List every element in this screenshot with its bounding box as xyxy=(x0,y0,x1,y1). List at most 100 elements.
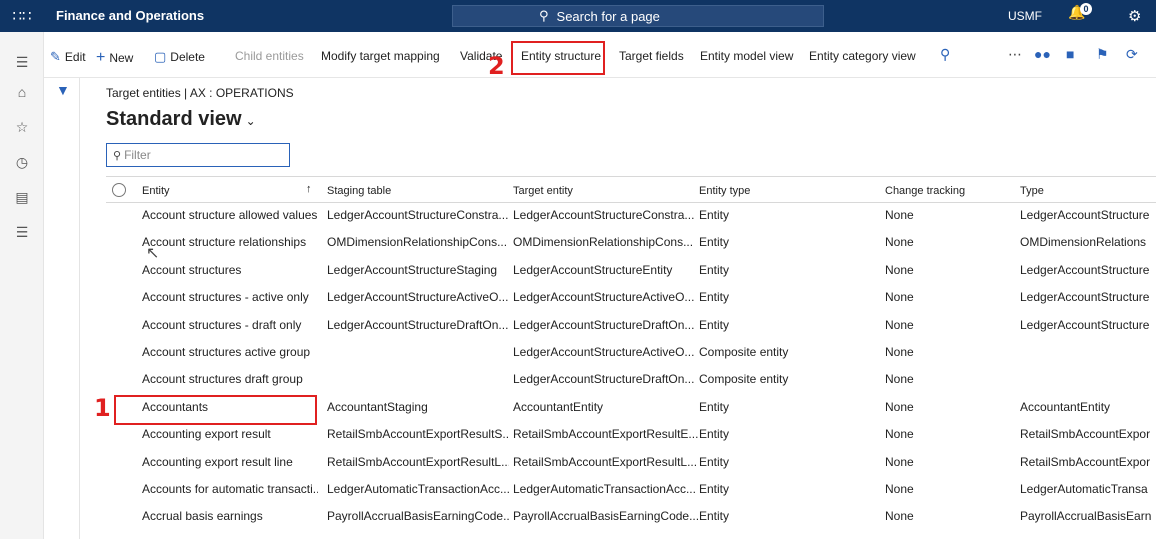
column-header-type[interactable]: Type xyxy=(1020,185,1044,197)
entity-category-view-button[interactable]: Entity category view xyxy=(809,49,916,63)
table-cell: RetailSmbAccountExportResultL... xyxy=(327,454,509,469)
column-header-entity[interactable]: Entity xyxy=(142,185,170,197)
column-header-change-tracking[interactable]: Change tracking xyxy=(885,185,965,197)
table-cell: RetailSmbAccountExpor xyxy=(1020,427,1151,442)
table-row[interactable]: Accounting export result RetailSmbAccount… xyxy=(106,422,1156,449)
table-cell[interactable]: Accrual basis earnings xyxy=(142,509,318,523)
notifications-icon[interactable]: 🔔 0 xyxy=(1068,3,1092,26)
entities-grid: Entity ↑ Staging table Target entity Ent… xyxy=(106,176,1156,539)
left-nav: ☰ ⌂ ☆ ◷ ▤ ☰ xyxy=(0,32,44,539)
filter-pane: ▼ xyxy=(44,78,80,539)
table-cell[interactable]: Accounts for automatic transacti... xyxy=(142,482,318,496)
table-cell: Entity xyxy=(699,208,730,222)
column-header-staging-table[interactable]: Staging table xyxy=(327,185,391,197)
table-cell: None xyxy=(885,208,914,222)
workspace-icon[interactable]: ▤ xyxy=(0,189,44,206)
table-cell[interactable]: Account structures draft group xyxy=(142,372,318,386)
table-cell: None xyxy=(885,235,914,250)
chevron-down-icon: ⌄ xyxy=(245,114,256,128)
breadcrumb: Target entities | AX : OPERATIONS xyxy=(106,86,294,100)
app-launcher-icon[interactable]: ∷∷ xyxy=(0,0,44,32)
target-fields-button[interactable]: Target fields xyxy=(619,49,684,63)
select-all-checkbox[interactable] xyxy=(112,183,126,197)
more-options-icon[interactable]: ⋯ xyxy=(1008,46,1022,63)
table-cell: LedgerAccountStructure xyxy=(1020,262,1150,277)
attachments-icon[interactable]: ⚑ xyxy=(1096,46,1109,63)
delete-button[interactable]: ▢ Delete xyxy=(154,49,205,65)
table-cell: RetailSmbAccountExportResultE... xyxy=(513,427,699,442)
table-cell[interactable]: Accounting export result xyxy=(142,427,318,441)
table-row[interactable]: Account structure relationships OMDimensi… xyxy=(106,230,1156,257)
table-cell: OMDimensionRelationshipCons... xyxy=(513,235,694,250)
table-cell: None xyxy=(885,290,914,305)
trash-icon: ▢ xyxy=(154,49,167,64)
search-icon: ⚲ xyxy=(113,149,122,162)
table-row[interactable]: Account structures draft group LedgerAcco… xyxy=(106,367,1156,394)
gear-icon[interactable]: ⚙ xyxy=(1128,7,1141,25)
view-selector[interactable]: Standard view ⌄ xyxy=(106,108,256,131)
table-cell: LedgerAccountStructure xyxy=(1020,290,1150,305)
table-row[interactable]: Account structure allowed values LedgerAc… xyxy=(106,203,1156,230)
table-cell: None xyxy=(885,399,914,414)
table-row[interactable]: Accrual basis earnings PayrollAccrualBasi… xyxy=(106,504,1156,531)
table-cell[interactable]: Account structure allowed values xyxy=(142,208,318,222)
plus-icon: + xyxy=(96,49,106,66)
filter-icon[interactable]: ▼ xyxy=(56,82,70,98)
sort-ascending-icon: ↑ xyxy=(306,183,312,195)
filter-input[interactable]: ⚲ Filter xyxy=(106,143,290,167)
table-cell[interactable]: Account structures xyxy=(142,263,318,277)
table-row[interactable]: Account structures - active only LedgerAc… xyxy=(106,285,1156,312)
power-apps-icon[interactable]: ●● xyxy=(1034,46,1051,62)
column-header-entity-type[interactable]: Entity type xyxy=(699,185,750,197)
table-row[interactable]: Account structures active group LedgerAcc… xyxy=(106,340,1156,367)
table-cell: Entity xyxy=(699,262,730,277)
table-cell: LedgerAccountStructureActiveO... xyxy=(513,345,695,359)
list-icon[interactable]: ☰ xyxy=(0,224,44,241)
company-picker[interactable]: USMF xyxy=(1008,9,1042,23)
search-icon[interactable]: ⚲ xyxy=(940,46,950,63)
home-icon[interactable]: ⌂ xyxy=(0,84,44,100)
table-cell: Entity xyxy=(699,454,730,469)
hamburger-icon[interactable]: ☰ xyxy=(0,54,44,71)
table-cell: None xyxy=(885,482,914,496)
table-cell: None xyxy=(885,262,914,277)
table-cell: Entity xyxy=(699,427,730,442)
modify-target-mapping-button[interactable]: Modify target mapping xyxy=(321,49,440,63)
table-row[interactable]: Account structures - draft only LedgerAcc… xyxy=(106,313,1156,340)
edit-button[interactable]: ✎ Edit xyxy=(50,49,86,65)
table-cell: Entity xyxy=(699,235,730,250)
table-row[interactable]: Accounts for automatic transacti... Ledge… xyxy=(106,477,1156,504)
column-header-target-entity[interactable]: Target entity xyxy=(513,185,573,197)
accountants-row-highlight xyxy=(114,395,317,425)
table-row[interactable]: Account structures LedgerAccountStructure… xyxy=(106,258,1156,285)
table-cell: LedgerAccountStructure xyxy=(1020,208,1150,222)
child-entities-button[interactable]: Child entities xyxy=(235,49,304,63)
page-title: Standard view xyxy=(106,108,242,130)
table-cell: None xyxy=(885,509,914,524)
table-cell[interactable]: Account structure relationships xyxy=(142,235,318,249)
table-cell[interactable]: Account structures - active only xyxy=(142,290,318,304)
star-icon[interactable]: ☆ xyxy=(0,119,44,136)
table-cell: Composite entity xyxy=(699,372,789,387)
table-cell: None xyxy=(885,317,914,332)
table-cell[interactable]: Account structures active group xyxy=(142,345,318,359)
new-button[interactable]: + New xyxy=(96,49,133,67)
table-cell: LedgerAccountStructureDraftOn... xyxy=(327,317,509,332)
entity-model-view-button[interactable]: Entity model view xyxy=(700,49,793,63)
table-cell: PayrollAccrualBasisEarningCode... xyxy=(513,509,699,524)
table-cell: None xyxy=(885,372,914,387)
table-cell: None xyxy=(885,427,914,442)
top-bar: ∷∷ Finance and Operations ⚲ Search for a… xyxy=(0,0,1156,32)
clock-icon[interactable]: ◷ xyxy=(0,154,44,171)
table-cell: LedgerAccountStructureActiveO... xyxy=(513,290,695,305)
refresh-icon[interactable]: ⟳ xyxy=(1126,46,1138,63)
table-cell[interactable]: Accounting export result line xyxy=(142,455,318,469)
table-cell[interactable]: Account structures - draft only xyxy=(142,318,318,332)
grid-header: Entity ↑ Staging table Target entity Ent… xyxy=(106,176,1156,203)
table-cell: AccountantStaging xyxy=(327,399,428,414)
search-input[interactable]: ⚲ Search for a page xyxy=(452,5,824,27)
table-row[interactable]: Accounting export result line RetailSmbAc… xyxy=(106,450,1156,477)
app-title[interactable]: Finance and Operations xyxy=(56,8,204,23)
office-icon[interactable]: ■ xyxy=(1066,46,1074,62)
table-cell: Entity xyxy=(699,317,730,332)
